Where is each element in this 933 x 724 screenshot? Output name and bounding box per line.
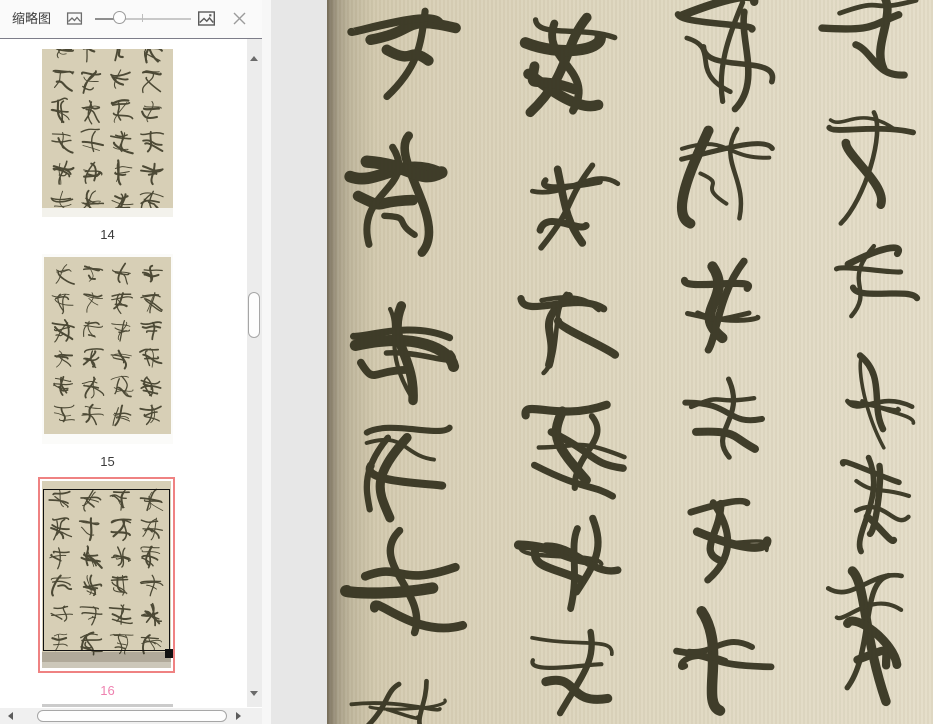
panel-title: 缩略图 — [12, 11, 52, 26]
page-number-14: 14 — [100, 227, 115, 242]
calligraphy-artwork — [340, 0, 921, 724]
page-number-16-active: 16 — [100, 683, 115, 698]
document-view[interactable] — [262, 0, 933, 724]
scroll-down-arrow-icon[interactable] — [250, 691, 258, 696]
calligraphy-page[interactable] — [327, 0, 933, 724]
scroll-up-arrow-icon[interactable] — [250, 56, 258, 61]
shrink-thumbnails-button[interactable] — [66, 10, 83, 27]
slider-track[interactable] — [120, 18, 191, 20]
thumbnail-14-calligraphy — [50, 49, 165, 216]
thumbnail-page-17-partial[interactable] — [42, 704, 173, 707]
page-number-15: 15 — [100, 454, 115, 469]
image-small-icon — [66, 12, 83, 30]
thumbnail-size-slider[interactable] — [95, 0, 191, 37]
horizontal-scrollbar-thumb[interactable] — [37, 710, 227, 722]
thumbnail-14-page-edge — [42, 208, 173, 217]
thumbnail-15-calligraphy — [51, 262, 163, 427]
thumbnail-page-14[interactable] — [42, 49, 173, 217]
pdf-viewer-window: 缩略图 14 15 16 — [0, 0, 933, 724]
slider-handle[interactable] — [113, 11, 126, 24]
scroll-right-arrow-icon[interactable] — [236, 712, 241, 720]
thumbnail-panel: 缩略图 14 15 16 — [0, 0, 262, 724]
vertical-scrollbar-thumb[interactable] — [248, 292, 260, 338]
viewport-resize-handle[interactable] — [165, 649, 173, 658]
scroll-left-arrow-icon[interactable] — [8, 712, 13, 720]
panel-divider — [262, 0, 271, 724]
viewport-rectangle[interactable] — [43, 489, 173, 658]
thumbnail-page-16-selected[interactable] — [38, 477, 175, 673]
horizontal-scrollbar[interactable] — [0, 708, 262, 724]
thumbnail-panel-toolbar: 缩略图 — [0, 0, 262, 39]
close-panel-button[interactable] — [232, 11, 247, 26]
thumbnail-page-15[interactable] — [42, 254, 173, 444]
vertical-scrollbar[interactable] — [247, 39, 262, 707]
enlarge-thumbnails-button[interactable] — [197, 9, 216, 28]
thumbnail-list: 14 15 16 — [0, 39, 262, 707]
image-large-icon — [197, 11, 216, 31]
slider-midpoint-tick — [142, 14, 143, 22]
close-icon — [232, 12, 247, 29]
